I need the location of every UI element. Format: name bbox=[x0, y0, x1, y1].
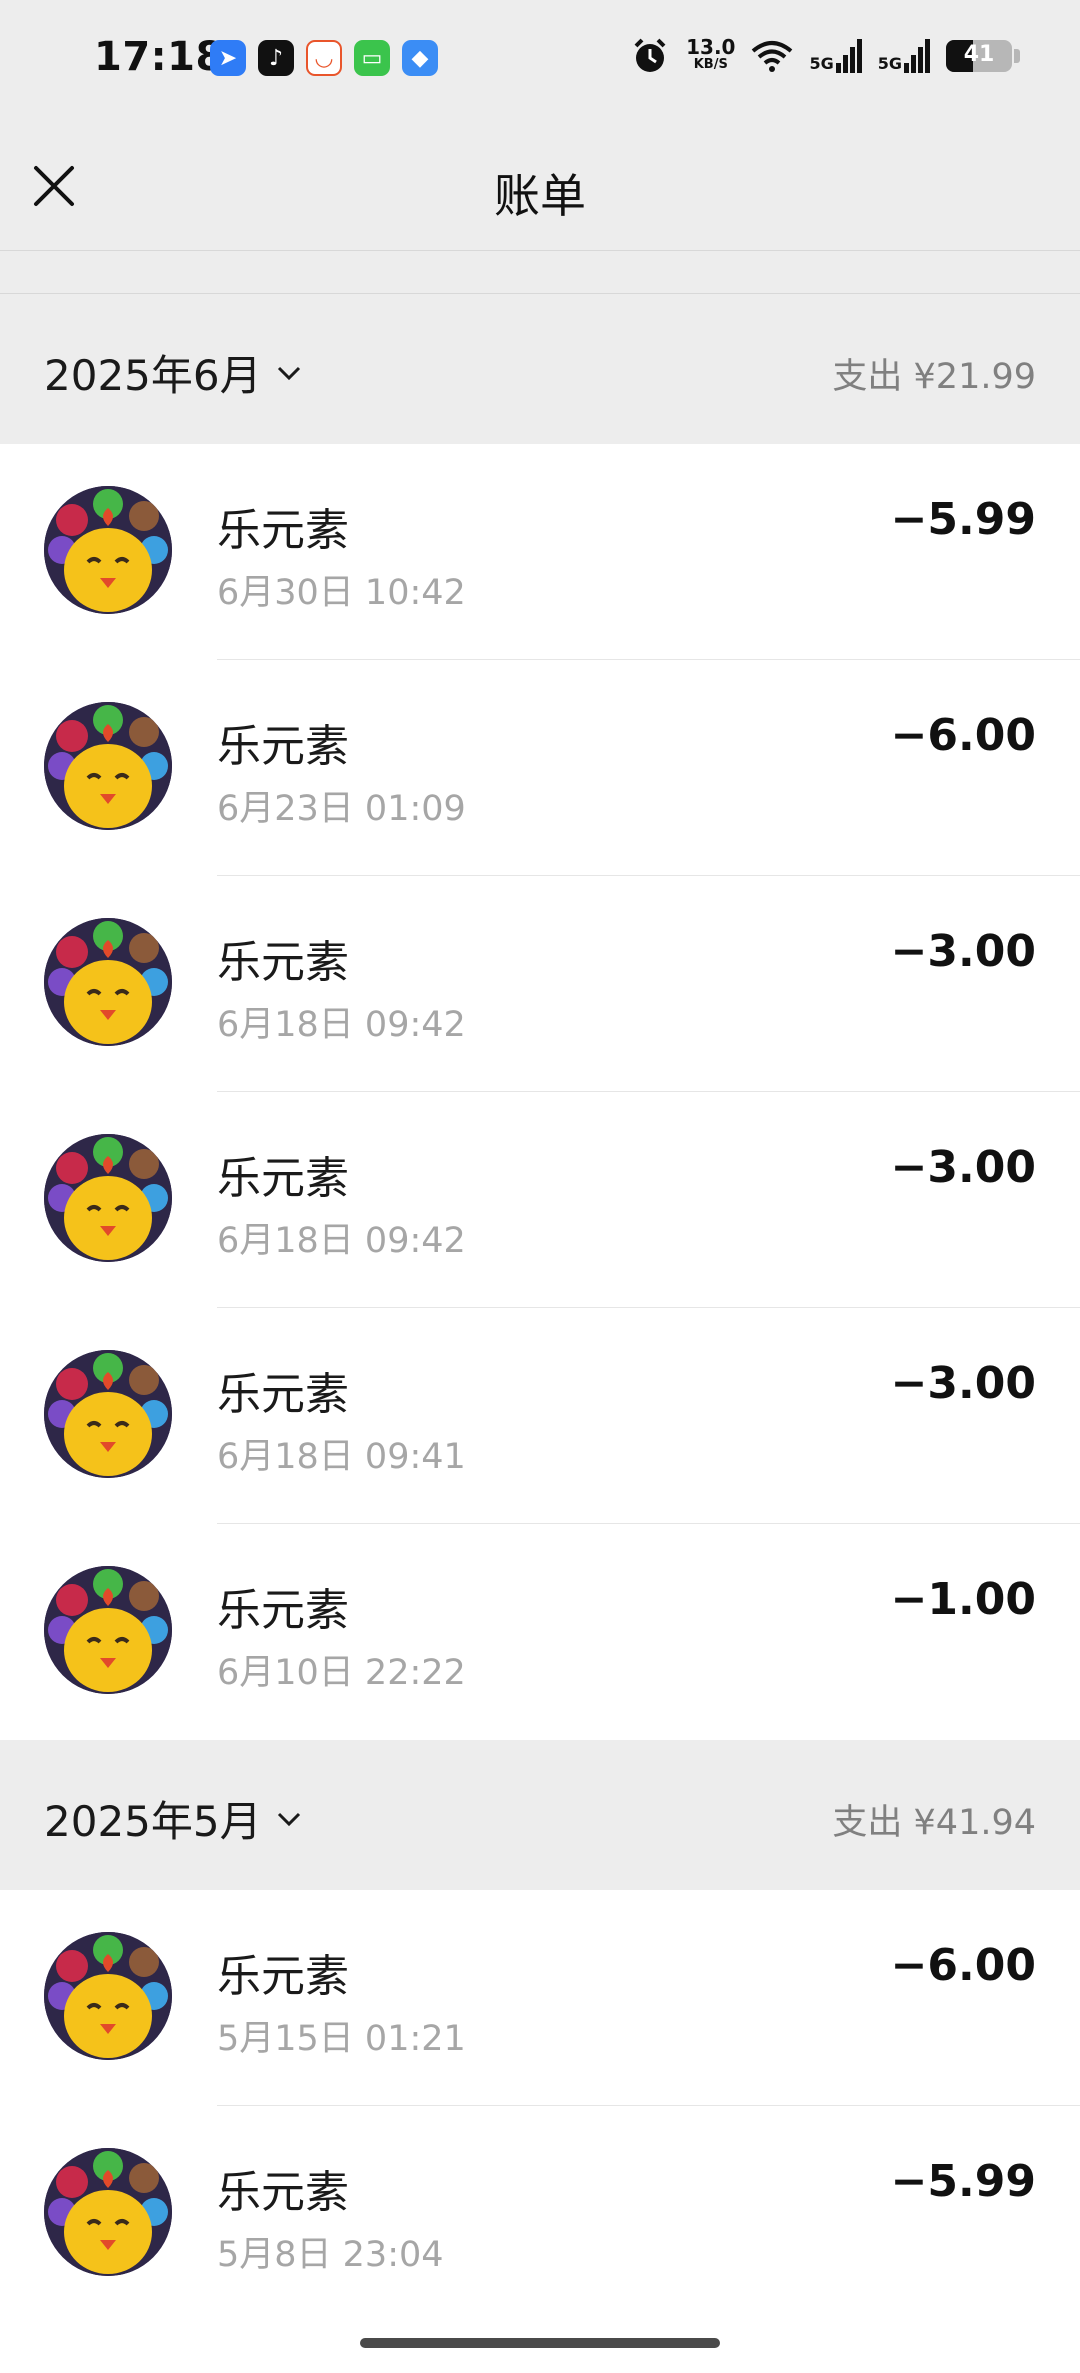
month-header[interactable]: 2025年5月 支出 ¥41.94 bbox=[0, 1740, 1080, 1890]
bill-row[interactable]: 乐元素 6月23日 01:09 −6.00 bbox=[0, 660, 1080, 876]
transaction-time: 6月18日 09:42 bbox=[217, 1221, 466, 1261]
bill-row[interactable]: 乐元素 6月30日 10:42 −5.99 bbox=[0, 444, 1080, 660]
transaction-time: 6月18日 09:42 bbox=[217, 1005, 466, 1045]
tiktok-notification-icon: ♪ bbox=[258, 40, 294, 76]
transaction-amount: −6.00 bbox=[890, 710, 1036, 761]
bill-row[interactable]: 乐元素 6月18日 09:42 −3.00 bbox=[0, 1092, 1080, 1308]
month-selector[interactable]: 2025年6月 bbox=[44, 342, 304, 403]
merchant-avatar-icon bbox=[44, 1932, 172, 2060]
app-notification-icon: ◡ bbox=[306, 40, 342, 76]
signal-icon: 5G bbox=[878, 39, 930, 73]
bill-row[interactable]: 乐元素 6月18日 09:42 −3.00 bbox=[0, 876, 1080, 1092]
month-selector[interactable]: 2025年5月 bbox=[44, 1788, 304, 1849]
transaction-amount: −1.00 bbox=[890, 1574, 1036, 1625]
transaction-amount: −5.99 bbox=[890, 2156, 1036, 2207]
app-notification-icon: ◆ bbox=[402, 40, 438, 76]
status-bar: 17:18 ➤ ♪ ◡ ▭ ◆ 13.0 KB/S 5G 5G 41 bbox=[0, 0, 1080, 120]
merchant-avatar-icon bbox=[44, 918, 172, 1046]
bill-row[interactable]: 乐元素 5月15日 01:21 −6.00 bbox=[0, 1890, 1080, 2106]
page-title: 账单 bbox=[494, 169, 586, 223]
transaction-time: 6月23日 01:09 bbox=[217, 789, 466, 829]
bill-row[interactable]: 乐元素 5月8日 23:04 −5.99 bbox=[0, 2106, 1080, 2373]
merchant-name: 乐元素 bbox=[217, 1585, 349, 1636]
transaction-amount: −3.00 bbox=[890, 926, 1036, 977]
signal-icon: 5G bbox=[809, 39, 862, 73]
network-speed: 13.0 KB/S bbox=[686, 35, 736, 72]
merchant-avatar-icon bbox=[44, 702, 172, 830]
transaction-amount: −3.00 bbox=[890, 1142, 1036, 1193]
transaction-amount: −5.99 bbox=[890, 494, 1036, 545]
merchant-name: 乐元素 bbox=[217, 1153, 349, 1204]
month-header[interactable]: 2025年6月 支出 ¥21.99 bbox=[0, 294, 1080, 444]
transaction-amount: −3.00 bbox=[890, 1358, 1036, 1409]
status-indicators: 13.0 KB/S 5G 5G 41 bbox=[630, 36, 1020, 76]
notification-icons: ➤ ♪ ◡ ▭ ◆ bbox=[210, 40, 438, 76]
transaction-amount: −6.00 bbox=[890, 1940, 1036, 1991]
transaction-time: 5月8日 23:04 bbox=[217, 2235, 444, 2275]
nav-bar: 账单 bbox=[0, 120, 1080, 251]
chevron-down-icon bbox=[277, 1812, 300, 1826]
bill-row[interactable]: 乐元素 6月10日 22:22 −1.00 bbox=[0, 1524, 1080, 1740]
alarm-icon bbox=[634, 38, 666, 72]
merchant-avatar-icon bbox=[44, 1350, 172, 1478]
merchant-avatar-icon bbox=[44, 2148, 172, 2276]
transaction-time: 6月30日 10:42 bbox=[217, 573, 466, 613]
transaction-time: 6月10日 22:22 bbox=[217, 1653, 466, 1693]
merchant-name: 乐元素 bbox=[217, 2167, 349, 2218]
merchant-avatar-icon bbox=[44, 1566, 172, 1694]
merchant-name: 乐元素 bbox=[217, 937, 349, 988]
month-summary: 支出 ¥21.99 bbox=[832, 357, 1036, 397]
app-notification-icon: ➤ bbox=[210, 40, 246, 76]
transaction-time: 5月15日 01:21 bbox=[217, 2019, 466, 2059]
spacer bbox=[0, 251, 1080, 294]
merchant-avatar-icon bbox=[44, 1134, 172, 1262]
battery-icon: 41 bbox=[946, 40, 1020, 72]
merchant-name: 乐元素 bbox=[217, 721, 349, 772]
wifi-icon bbox=[752, 41, 793, 72]
merchant-name: 乐元素 bbox=[217, 1951, 349, 2002]
transaction-time: 6月18日 09:41 bbox=[217, 1437, 466, 1477]
home-indicator[interactable] bbox=[360, 2338, 720, 2348]
chevron-down-icon bbox=[277, 366, 300, 380]
month-summary: 支出 ¥41.94 bbox=[832, 1803, 1036, 1843]
merchant-name: 乐元素 bbox=[217, 1369, 349, 1420]
bill-row[interactable]: 乐元素 6月18日 09:41 −3.00 bbox=[0, 1308, 1080, 1524]
merchant-name: 乐元素 bbox=[217, 505, 349, 556]
merchant-avatar-icon bbox=[44, 486, 172, 614]
status-time: 17:18 bbox=[94, 34, 224, 80]
message-notification-icon: ▭ bbox=[354, 40, 390, 76]
